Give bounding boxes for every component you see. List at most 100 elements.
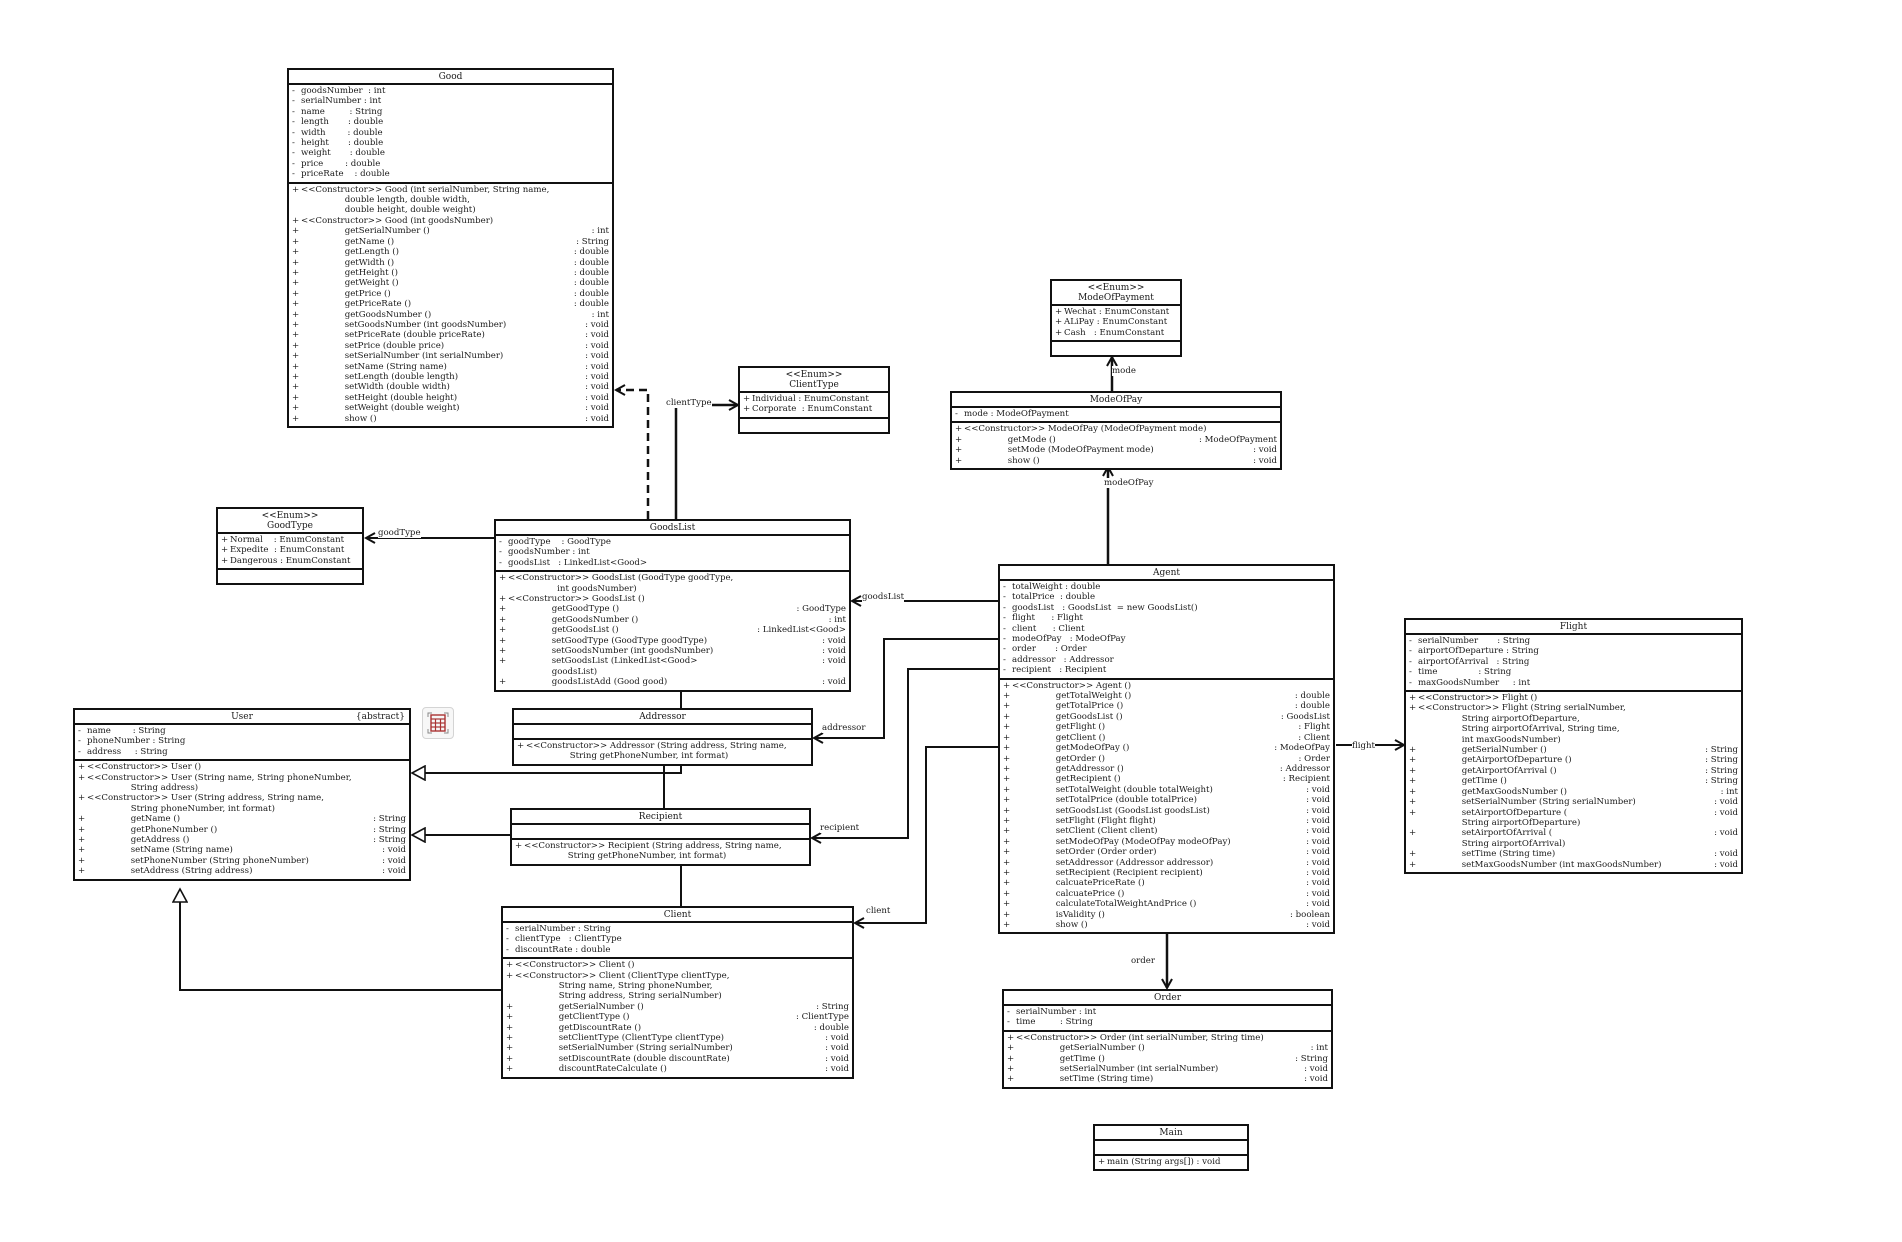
return-type: : Recipient xyxy=(1282,774,1330,785)
method-signature: getAddressor () xyxy=(1012,763,1124,774)
method-signature: <<Constructor>> Flight (String serialNum… xyxy=(1418,703,1626,745)
method-row: + getPriceRate (): double xyxy=(292,299,609,309)
class-box-mode-of-pay[interactable]: ModeOfPay - mode : ModeOfPayment + <<Constru… xyxy=(950,391,1282,471)
class-header: Good xyxy=(289,70,612,85)
method-row: + setPhoneNumber (String phoneNumber): v… xyxy=(78,856,406,866)
class-box-user[interactable]: User {abstract} - name : String - phoneNumber… xyxy=(73,708,411,881)
class-box-mode-of-payment-enum[interactable]: <<Enum>> ModeOfPayment + Wechat : EnumConst… xyxy=(1050,279,1182,358)
visibility-marker: + xyxy=(1003,691,1011,702)
method-row: + getPhoneNumber (): String xyxy=(78,825,406,835)
attribute-text: name : String xyxy=(301,106,383,117)
attribute-text: discountRate : double xyxy=(515,944,611,955)
return-type: : double xyxy=(573,247,609,258)
attribute-text: time : String xyxy=(1016,1017,1093,1028)
method-row: + show (): void xyxy=(955,456,1277,466)
attribute-row: - goodsList : LinkedList<Good> xyxy=(499,558,846,568)
visibility-marker: - xyxy=(506,924,509,934)
visibility-marker: - xyxy=(292,117,295,128)
method-signature: getGoodsList () xyxy=(508,625,619,636)
attribute-text: client : Client xyxy=(1012,623,1085,634)
return-type: : void xyxy=(825,1053,849,1064)
table-grid-icon[interactable] xyxy=(422,707,454,739)
visibility-marker: - xyxy=(292,96,295,107)
visibility-marker: + xyxy=(292,278,300,289)
attribute-text: airportOfArrival : String xyxy=(1418,656,1530,667)
method-signature: setAirportOfDeparture ( String airportOf… xyxy=(1461,807,1581,828)
class-box-main[interactable]: Main + main (String args[]) : void xyxy=(1093,1124,1249,1172)
visibility-marker: + xyxy=(1003,763,1011,774)
attribute-text: Normal : EnumConstant xyxy=(230,535,345,545)
class-box-order[interactable]: Order - serialNumber : int - time : String + <… xyxy=(1002,989,1333,1089)
method-row: + getGoodsList (): LinkedList<Good> xyxy=(499,625,846,635)
attributes-section: - goodType : GoodType - goodsNumber : int - g… xyxy=(496,536,849,573)
attribute-row: - goodType : GoodType xyxy=(499,537,846,547)
visibility-marker: + xyxy=(517,741,525,751)
visibility-marker: + xyxy=(1003,815,1011,826)
return-type: : void xyxy=(585,382,609,393)
return-type: : void xyxy=(1253,445,1277,456)
visibility-marker: + xyxy=(1003,920,1011,930)
method-signature: setFlight (Flight flight) xyxy=(1012,815,1156,826)
visibility-marker: + xyxy=(506,970,514,981)
class-box-goods-list[interactable]: GoodsList - goodType : GoodType - goodsNumbe… xyxy=(494,519,851,692)
attribute-text: totalPrice : double xyxy=(1012,592,1096,603)
attribute-text: clientType : ClientType xyxy=(515,934,622,945)
method-signature: <<Constructor>> Good (int goodsNumber) xyxy=(301,215,494,226)
uml-class-diagram: Good - goodsNumber : int - serialNumber : in… xyxy=(0,0,1902,1242)
return-type: : void xyxy=(585,351,609,362)
class-box-recipient[interactable]: Recipient + <<Constructor>> Recipient (Str… xyxy=(510,808,811,866)
visibility-marker: + xyxy=(955,434,963,445)
method-row: + <<Constructor>> Client (ClientType clie… xyxy=(506,971,849,1002)
return-type: : String xyxy=(1705,765,1738,776)
method-signature: setGoodType (GoodType goodType) xyxy=(508,635,708,646)
class-box-good[interactable]: Good - goodsNumber : int - serialNumber : in… xyxy=(287,68,614,428)
return-type: : void xyxy=(1714,849,1738,860)
method-row: + getMaxGoodsNumber (): int xyxy=(1409,787,1738,797)
return-type: : double xyxy=(813,1022,849,1033)
class-box-flight[interactable]: Flight - serialNumber : String - airportOfDe… xyxy=(1404,618,1743,874)
return-type: : int xyxy=(1720,786,1738,797)
class-box-good-type[interactable]: <<Enum>> GoodType + Normal : EnumConstant + E… xyxy=(216,507,364,586)
return-type: : String xyxy=(816,1001,849,1012)
visibility-marker: - xyxy=(292,86,295,96)
visibility-marker: + xyxy=(1003,722,1011,733)
class-box-client-type[interactable]: <<Enum>> ClientType + Individual : EnumCons… xyxy=(738,366,890,434)
class-name: Client xyxy=(663,910,692,920)
class-box-addressor[interactable]: Addressor + <<Constructor>> Addressor (Str… xyxy=(512,708,813,766)
attribute-row: - totalPrice : double xyxy=(1003,592,1330,602)
methods-section: + <<Constructor>> Recipient (String addre… xyxy=(512,840,809,864)
method-signature: setWeight (double weight) xyxy=(301,403,460,414)
class-name: Recipient xyxy=(638,812,683,822)
method-signature: setGoodsList (LinkedList<Good> goodsList… xyxy=(551,656,698,677)
return-type: : int xyxy=(828,614,846,625)
method-signature: <<Constructor>> Addressor (String addres… xyxy=(526,741,787,762)
method-row: + getName (): String xyxy=(292,237,609,247)
methods-section: + <<Constructor>> Order (int serialNumber… xyxy=(1004,1032,1331,1087)
visibility-marker: - xyxy=(506,944,509,955)
visibility-marker: + xyxy=(499,625,507,636)
method-signature: show () xyxy=(1012,920,1088,930)
return-type: : void xyxy=(1304,1074,1328,1085)
generalization-client-user xyxy=(180,889,501,991)
method-signature: getAirportOfDeparture () xyxy=(1418,755,1572,766)
attribute-text: modeOfPay : ModeOfPay xyxy=(1012,634,1126,645)
attribute-row: - time : String xyxy=(1007,1017,1328,1027)
visibility-marker: + xyxy=(292,413,300,424)
visibility-marker: + xyxy=(78,835,86,846)
attribute-text: Wechat : EnumConstant xyxy=(1064,307,1170,317)
method-signature: getLength () xyxy=(301,247,400,258)
methods-section: + <<Constructor>> User () + <<Constructor>>… xyxy=(75,761,409,878)
attribute-row: - name : String xyxy=(78,726,406,736)
attribute-text: goodType : GoodType xyxy=(508,537,611,547)
class-box-agent[interactable]: Agent - totalWeight : double - totalPrice : … xyxy=(998,564,1335,935)
method-row: + main (String args[]) : void xyxy=(1098,1157,1244,1167)
method-row: + setHeight (double height): void xyxy=(292,393,609,403)
method-row: + getGoodsNumber (): int xyxy=(499,615,846,625)
visibility-marker: + xyxy=(292,340,300,351)
visibility-marker: + xyxy=(499,677,507,688)
method-row: + <<Constructor>> Good (int serialNumber,… xyxy=(292,185,609,216)
class-box-client[interactable]: Client - serialNumber : String - clientType … xyxy=(501,906,854,1079)
visibility-marker: + xyxy=(506,1022,514,1033)
class-name: Flight xyxy=(1559,622,1588,632)
return-type: : void xyxy=(585,413,609,424)
